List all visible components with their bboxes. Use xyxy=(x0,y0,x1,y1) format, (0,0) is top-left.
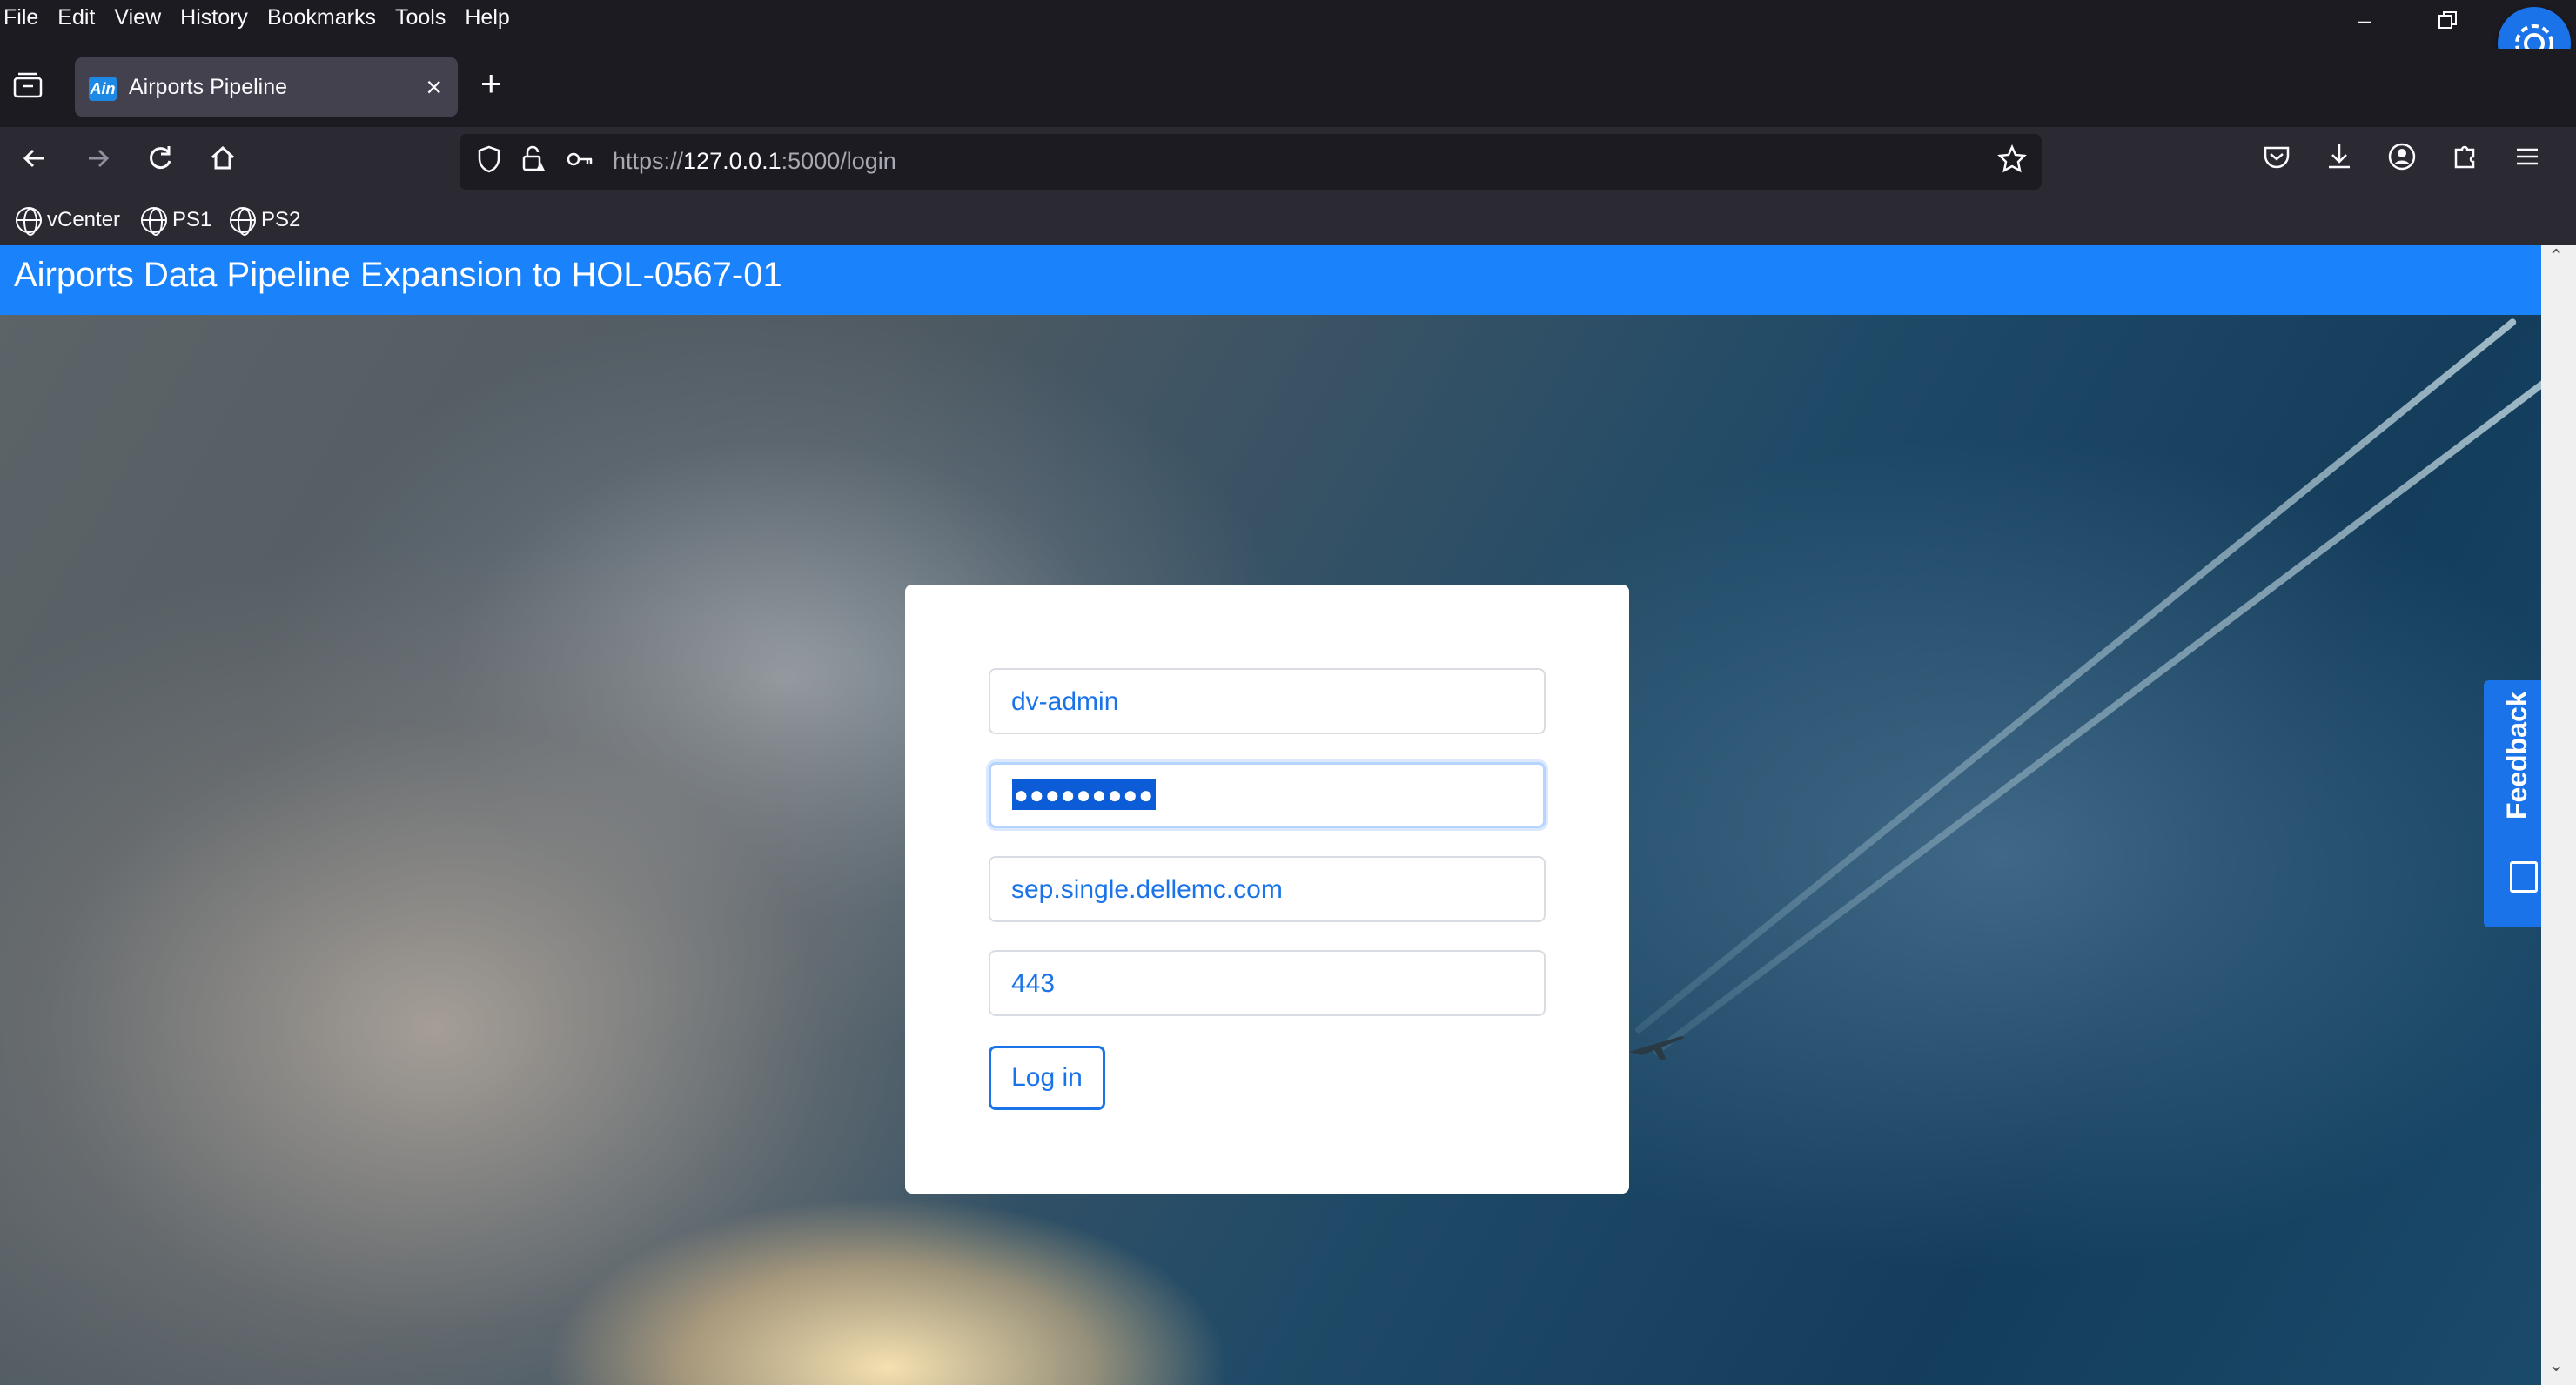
tab-bar: Ain Airports Pipeline × + xyxy=(0,49,2576,127)
forward-button[interactable] xyxy=(77,141,118,183)
globe-icon xyxy=(141,207,167,236)
url-prefix: https:// xyxy=(613,148,684,174)
feedback-label: Feedback xyxy=(2501,691,2532,820)
host-field[interactable]: sep.single.dellemc.com xyxy=(989,856,1546,922)
url-bar[interactable]: https://127.0.0.1:5000/login xyxy=(460,134,2042,190)
download-icon xyxy=(2329,144,2350,169)
downloads-button[interactable] xyxy=(2318,141,2360,183)
port-field[interactable]: 443 xyxy=(989,950,1546,1016)
menu-tools[interactable]: Tools xyxy=(386,5,456,30)
bookmark-ps2[interactable]: PS2 xyxy=(230,207,301,236)
puzzle-icon xyxy=(2454,145,2475,169)
shield-icon[interactable] xyxy=(472,144,506,179)
airplane-icon xyxy=(1629,1036,1685,1060)
port-value: 443 xyxy=(1011,969,1056,998)
bookmark-star-icon[interactable] xyxy=(1995,144,2029,179)
nav-bar: https://127.0.0.1:5000/login xyxy=(0,127,2576,197)
reload-icon xyxy=(150,146,171,170)
scroll-thumb[interactable] xyxy=(2546,280,2571,1350)
contrail xyxy=(1633,317,2518,1035)
globe-icon xyxy=(230,207,256,236)
bookmark-ps1[interactable]: PS1 xyxy=(141,207,212,236)
restore-button[interactable] xyxy=(2437,9,2459,37)
bookmark-vcenter[interactable]: vCenter xyxy=(16,207,121,236)
app-menu-button[interactable] xyxy=(2506,141,2548,183)
menu-view[interactable]: View xyxy=(105,5,171,30)
menu-edit[interactable]: Edit xyxy=(49,5,105,30)
login-card: dv-admin ●●●●●●●●● sep.single.dellemc.co… xyxy=(905,585,1629,1194)
feedback-icon xyxy=(2510,861,2538,893)
scroll-down-icon[interactable]: ⌄ xyxy=(2548,1354,2564,1376)
page-viewport: Airports Data Pipeline Expansion to HOL-… xyxy=(0,245,2541,1385)
arrow-right-icon xyxy=(89,149,110,168)
tab-list-button[interactable] xyxy=(12,71,44,99)
pocket-icon xyxy=(2264,146,2290,169)
lock-warning-icon[interactable] xyxy=(515,144,550,179)
bookmark-label: PS1 xyxy=(172,208,212,231)
hamburger-icon xyxy=(2517,148,2538,165)
page-title: Airports Data Pipeline Expansion to HOL-… xyxy=(14,256,782,294)
url-host: 127.0.0.1 xyxy=(683,148,782,174)
username-value: dv-admin xyxy=(1011,687,1119,716)
menu-list: File Edit View History Bookmarks Tools H… xyxy=(2,5,520,30)
pocket-button[interactable] xyxy=(2256,141,2298,183)
scroll-up-icon[interactable]: ⌃ xyxy=(2548,245,2564,268)
host-value: sep.single.dellemc.com xyxy=(1011,875,1283,904)
url-path: :5000/login xyxy=(781,148,896,174)
url-text[interactable]: https://127.0.0.1:5000/login xyxy=(613,148,896,175)
tab-airports-pipeline[interactable]: Ain Airports Pipeline × xyxy=(75,57,458,117)
bookmarks-toolbar: vCenter PS1 PS2 xyxy=(0,197,2576,245)
menu-bookmarks[interactable]: Bookmarks xyxy=(258,5,386,30)
bookmark-label: PS2 xyxy=(261,208,301,231)
new-tab-button[interactable]: + xyxy=(480,63,502,104)
username-field[interactable]: dv-admin xyxy=(989,668,1546,734)
home-icon xyxy=(211,145,235,170)
menu-history[interactable]: History xyxy=(171,5,258,30)
menu-help[interactable]: Help xyxy=(456,5,520,30)
account-button[interactable] xyxy=(2381,141,2423,183)
bookmark-label: vCenter xyxy=(47,208,121,231)
tab-list-icon xyxy=(13,72,43,98)
contrail xyxy=(1651,370,2541,1057)
key-icon[interactable] xyxy=(562,144,597,179)
home-button[interactable] xyxy=(202,141,244,183)
arrow-left-icon xyxy=(23,149,44,168)
menu-bar: File Edit View History Bookmarks Tools H… xyxy=(0,0,2576,38)
close-icon[interactable]: × xyxy=(426,71,442,104)
tab-title: Airports Pipeline xyxy=(129,75,288,99)
account-icon xyxy=(2388,143,2416,171)
password-mask: ●●●●●●●●● xyxy=(1012,779,1157,810)
airports-favicon-icon: Ain xyxy=(89,77,117,101)
minimize-button[interactable]: – xyxy=(2358,7,2371,34)
login-button[interactable]: Log in xyxy=(989,1046,1105,1110)
globe-icon xyxy=(16,207,42,236)
reload-button[interactable] xyxy=(139,141,181,183)
page-header: Airports Data Pipeline Expansion to HOL-… xyxy=(0,245,2541,315)
menu-file[interactable]: File xyxy=(2,5,49,30)
back-button[interactable] xyxy=(14,141,56,183)
restore-icon xyxy=(2438,11,2457,29)
password-field[interactable]: ●●●●●●●●● xyxy=(989,762,1546,828)
extensions-button[interactable] xyxy=(2444,141,2485,183)
page-scrollbar[interactable]: ⌃ ⌄ xyxy=(2541,245,2576,1385)
